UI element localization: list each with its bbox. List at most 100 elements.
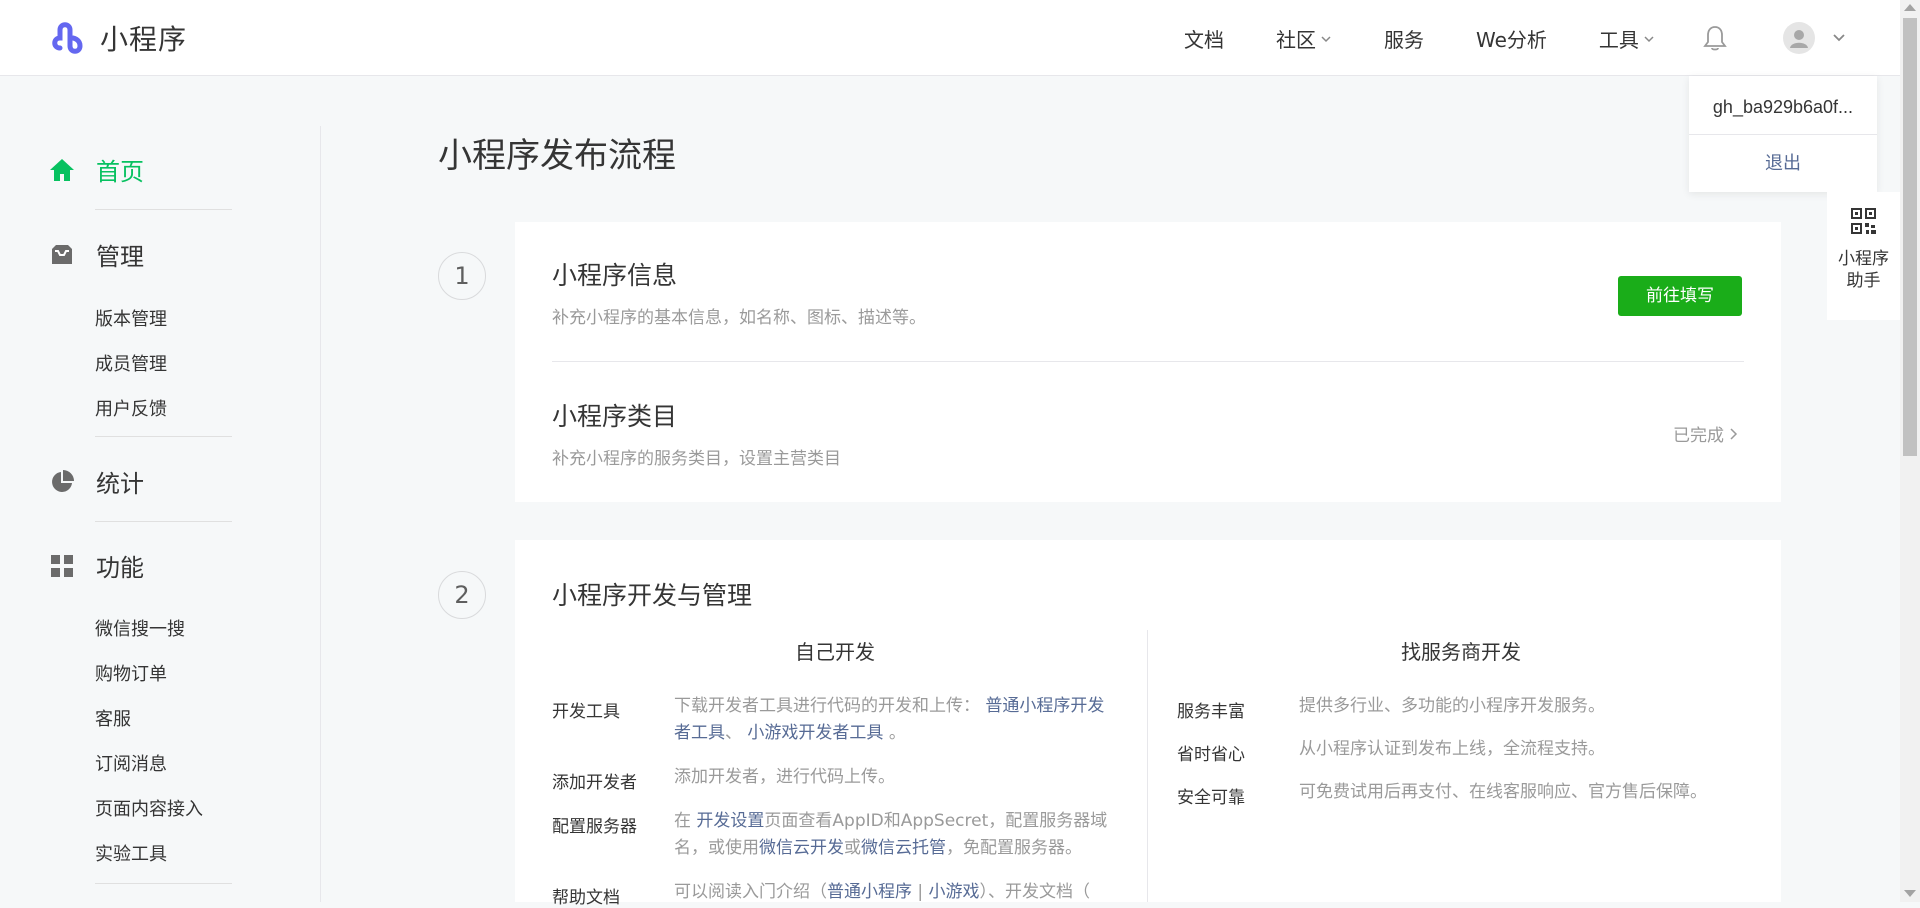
grid-icon	[51, 554, 73, 577]
dev-section-title: 小程序开发与管理	[552, 581, 753, 610]
minigame-docs-link[interactable]: 小游戏	[929, 882, 980, 902]
nav-we-analytics[interactable]: We分析	[1476, 24, 1547, 53]
text: ，免配置服务器。	[946, 838, 1082, 858]
provider-save-time-text: 从小程序认证到发布上线，全流程支持。	[1299, 739, 1605, 759]
minigame-devtools-link[interactable]: 小游戏开发者工具	[747, 723, 883, 743]
chevron-down-icon	[1321, 35, 1331, 42]
home-icon	[50, 158, 74, 181]
sidebar-item-user-feedback[interactable]: 用户反馈	[95, 395, 167, 421]
info-description: 补充小程序的基本信息，如名称、图标、描述等。	[552, 308, 926, 328]
provider-rich-text: 提供多行业、多功能的小程序开发服务。	[1299, 696, 1605, 716]
provider-rich-label: 服务丰富	[1177, 702, 1245, 722]
mini-program-assistant[interactable]: 小程序助手	[1827, 192, 1900, 320]
dev-tools-text: 下载开发者工具进行代码的开发和上传： 普通小程序开发者工具、 小游戏开发者工具 …	[674, 693, 1114, 747]
text: ）、开发文档（	[979, 882, 1091, 902]
divider	[95, 436, 232, 437]
user-dropdown-menu: gh_ba929b6a0f... 退出	[1689, 76, 1877, 192]
page-title: 小程序发布流程	[438, 136, 676, 176]
nav-services-label: 服务	[1384, 28, 1424, 52]
status-label: 已完成	[1673, 426, 1724, 446]
avatar[interactable]	[1783, 22, 1815, 54]
text: 在	[674, 811, 691, 831]
sidebar-item-label: 管理	[96, 243, 144, 271]
sidebar-item-page-content[interactable]: 页面内容接入	[95, 795, 203, 821]
account-id: gh_ba929b6a0f...	[1689, 76, 1877, 135]
fill-in-button[interactable]: 前往填写	[1618, 276, 1742, 316]
step-card-dev: 小程序开发与管理 自己开发 找服务商开发 开发工具 下载开发者工具进行代码的开发…	[515, 540, 1781, 908]
mini-program-logo-icon	[52, 22, 83, 54]
bell-icon[interactable]	[1702, 24, 1728, 52]
qr-code-icon	[1850, 208, 1876, 234]
top-nav: 文档 社区 服务 We分析 工具	[1184, 24, 1707, 53]
divider	[95, 209, 232, 210]
separator: |	[917, 882, 924, 902]
step-card-info: 小程序信息 补充小程序的基本信息，如名称、图标、描述等。 前往填写 小程序类目 …	[515, 222, 1781, 502]
text: 或	[844, 838, 861, 858]
step-number: 1	[438, 252, 486, 300]
sidebar-item-subscribe-messages[interactable]: 订阅消息	[95, 750, 167, 776]
config-server-label: 配置服务器	[552, 817, 637, 837]
app-name: 小程序	[100, 23, 188, 56]
sidebar-item-version-manage[interactable]: 版本管理	[95, 305, 167, 331]
sidebar-item-label: 统计	[96, 470, 144, 498]
nav-docs[interactable]: 文档	[1184, 24, 1224, 53]
provider-save-time-label: 省时省心	[1177, 745, 1245, 765]
logo[interactable]: 小程序	[48, 18, 187, 58]
sidebar-item-shopping-orders[interactable]: 购物订单	[95, 660, 167, 686]
cloud-hosting-link[interactable]: 微信云托管	[861, 838, 946, 858]
cloud-dev-link[interactable]: 微信云开发	[759, 838, 844, 858]
sidebar-item-manage[interactable]: 管理	[48, 237, 144, 272]
sidebar-item-customer-service[interactable]: 客服	[95, 705, 131, 731]
chevron-down-icon[interactable]	[1832, 30, 1846, 44]
provider-secure-label: 安全可靠	[1177, 788, 1245, 808]
scroll-down-arrow[interactable]	[1904, 890, 1916, 897]
dev-tools-desc: 下载开发者工具进行代码的开发和上传：	[674, 696, 980, 716]
sidebar-item-member-manage[interactable]: 成员管理	[95, 350, 167, 376]
dev-tools-label: 开发工具	[552, 702, 620, 722]
help-docs-label: 帮助文档	[552, 888, 620, 908]
divider	[552, 361, 1744, 362]
info-title: 小程序信息	[552, 261, 678, 290]
nav-community[interactable]: 社区	[1276, 24, 1332, 53]
self-dev-title: 自己开发	[795, 640, 875, 664]
category-description: 补充小程序的服务类目，设置主营类目	[552, 449, 841, 469]
nav-tools-label: 工具	[1598, 28, 1639, 52]
config-server-text: 在 开发设置页面查看AppID和AppSecret，配置服务器域名，或使用微信云…	[674, 808, 1114, 862]
add-developer-text: 添加开发者，进行代码上传。	[674, 767, 895, 787]
nav-we-analytics-label: We分析	[1476, 28, 1547, 52]
top-header: 小程序 文档 社区 服务 We分析 工具	[0, 0, 1900, 76]
add-developer-label: 添加开发者	[552, 773, 637, 793]
dev-settings-link[interactable]: 开发设置	[696, 811, 764, 831]
logout-button[interactable]: 退出	[1689, 135, 1877, 192]
text: 可以阅读入门介绍（	[674, 882, 827, 902]
scrollbar-thumb[interactable]	[1903, 18, 1917, 456]
sidebar-item-features[interactable]: 功能	[48, 548, 144, 583]
scroll-up-arrow[interactable]	[1904, 4, 1916, 11]
period: 。	[888, 723, 906, 743]
nav-docs-label: 文档	[1184, 28, 1224, 52]
chevron-down-icon	[1644, 35, 1654, 42]
provider-secure-text: 可免费试用后再支付、在线客服响应、官方售后保障。	[1299, 782, 1707, 802]
sidebar-item-home[interactable]: 首页	[48, 152, 144, 187]
nav-services[interactable]: 服务	[1384, 24, 1424, 53]
user-icon	[1790, 30, 1808, 48]
column-divider	[1147, 630, 1148, 902]
inbox-icon	[52, 244, 72, 264]
pie-chart-icon	[52, 469, 74, 492]
assistant-label: 小程序助手	[1838, 249, 1889, 291]
nav-tools[interactable]: 工具	[1599, 24, 1655, 53]
divider	[95, 521, 232, 522]
category-completed-link[interactable]: 已完成	[1673, 421, 1738, 446]
divider	[95, 883, 232, 884]
sidebar-item-label: 功能	[96, 554, 144, 582]
sidebar-item-wechat-search[interactable]: 微信搜一搜	[95, 615, 185, 641]
sidebar-item-lab-tools[interactable]: 实验工具	[95, 840, 167, 866]
separator: 、	[725, 723, 742, 743]
step-number: 2	[438, 571, 486, 619]
provider-dev-title: 找服务商开发	[1401, 640, 1521, 664]
sidebar-item-stats[interactable]: 统计	[48, 464, 144, 499]
nav-community-label: 社区	[1276, 28, 1316, 52]
sidebar-divider	[320, 126, 321, 902]
normal-mp-docs-link[interactable]: 普通小程序	[827, 882, 912, 902]
sidebar-item-label: 首页	[96, 158, 144, 186]
